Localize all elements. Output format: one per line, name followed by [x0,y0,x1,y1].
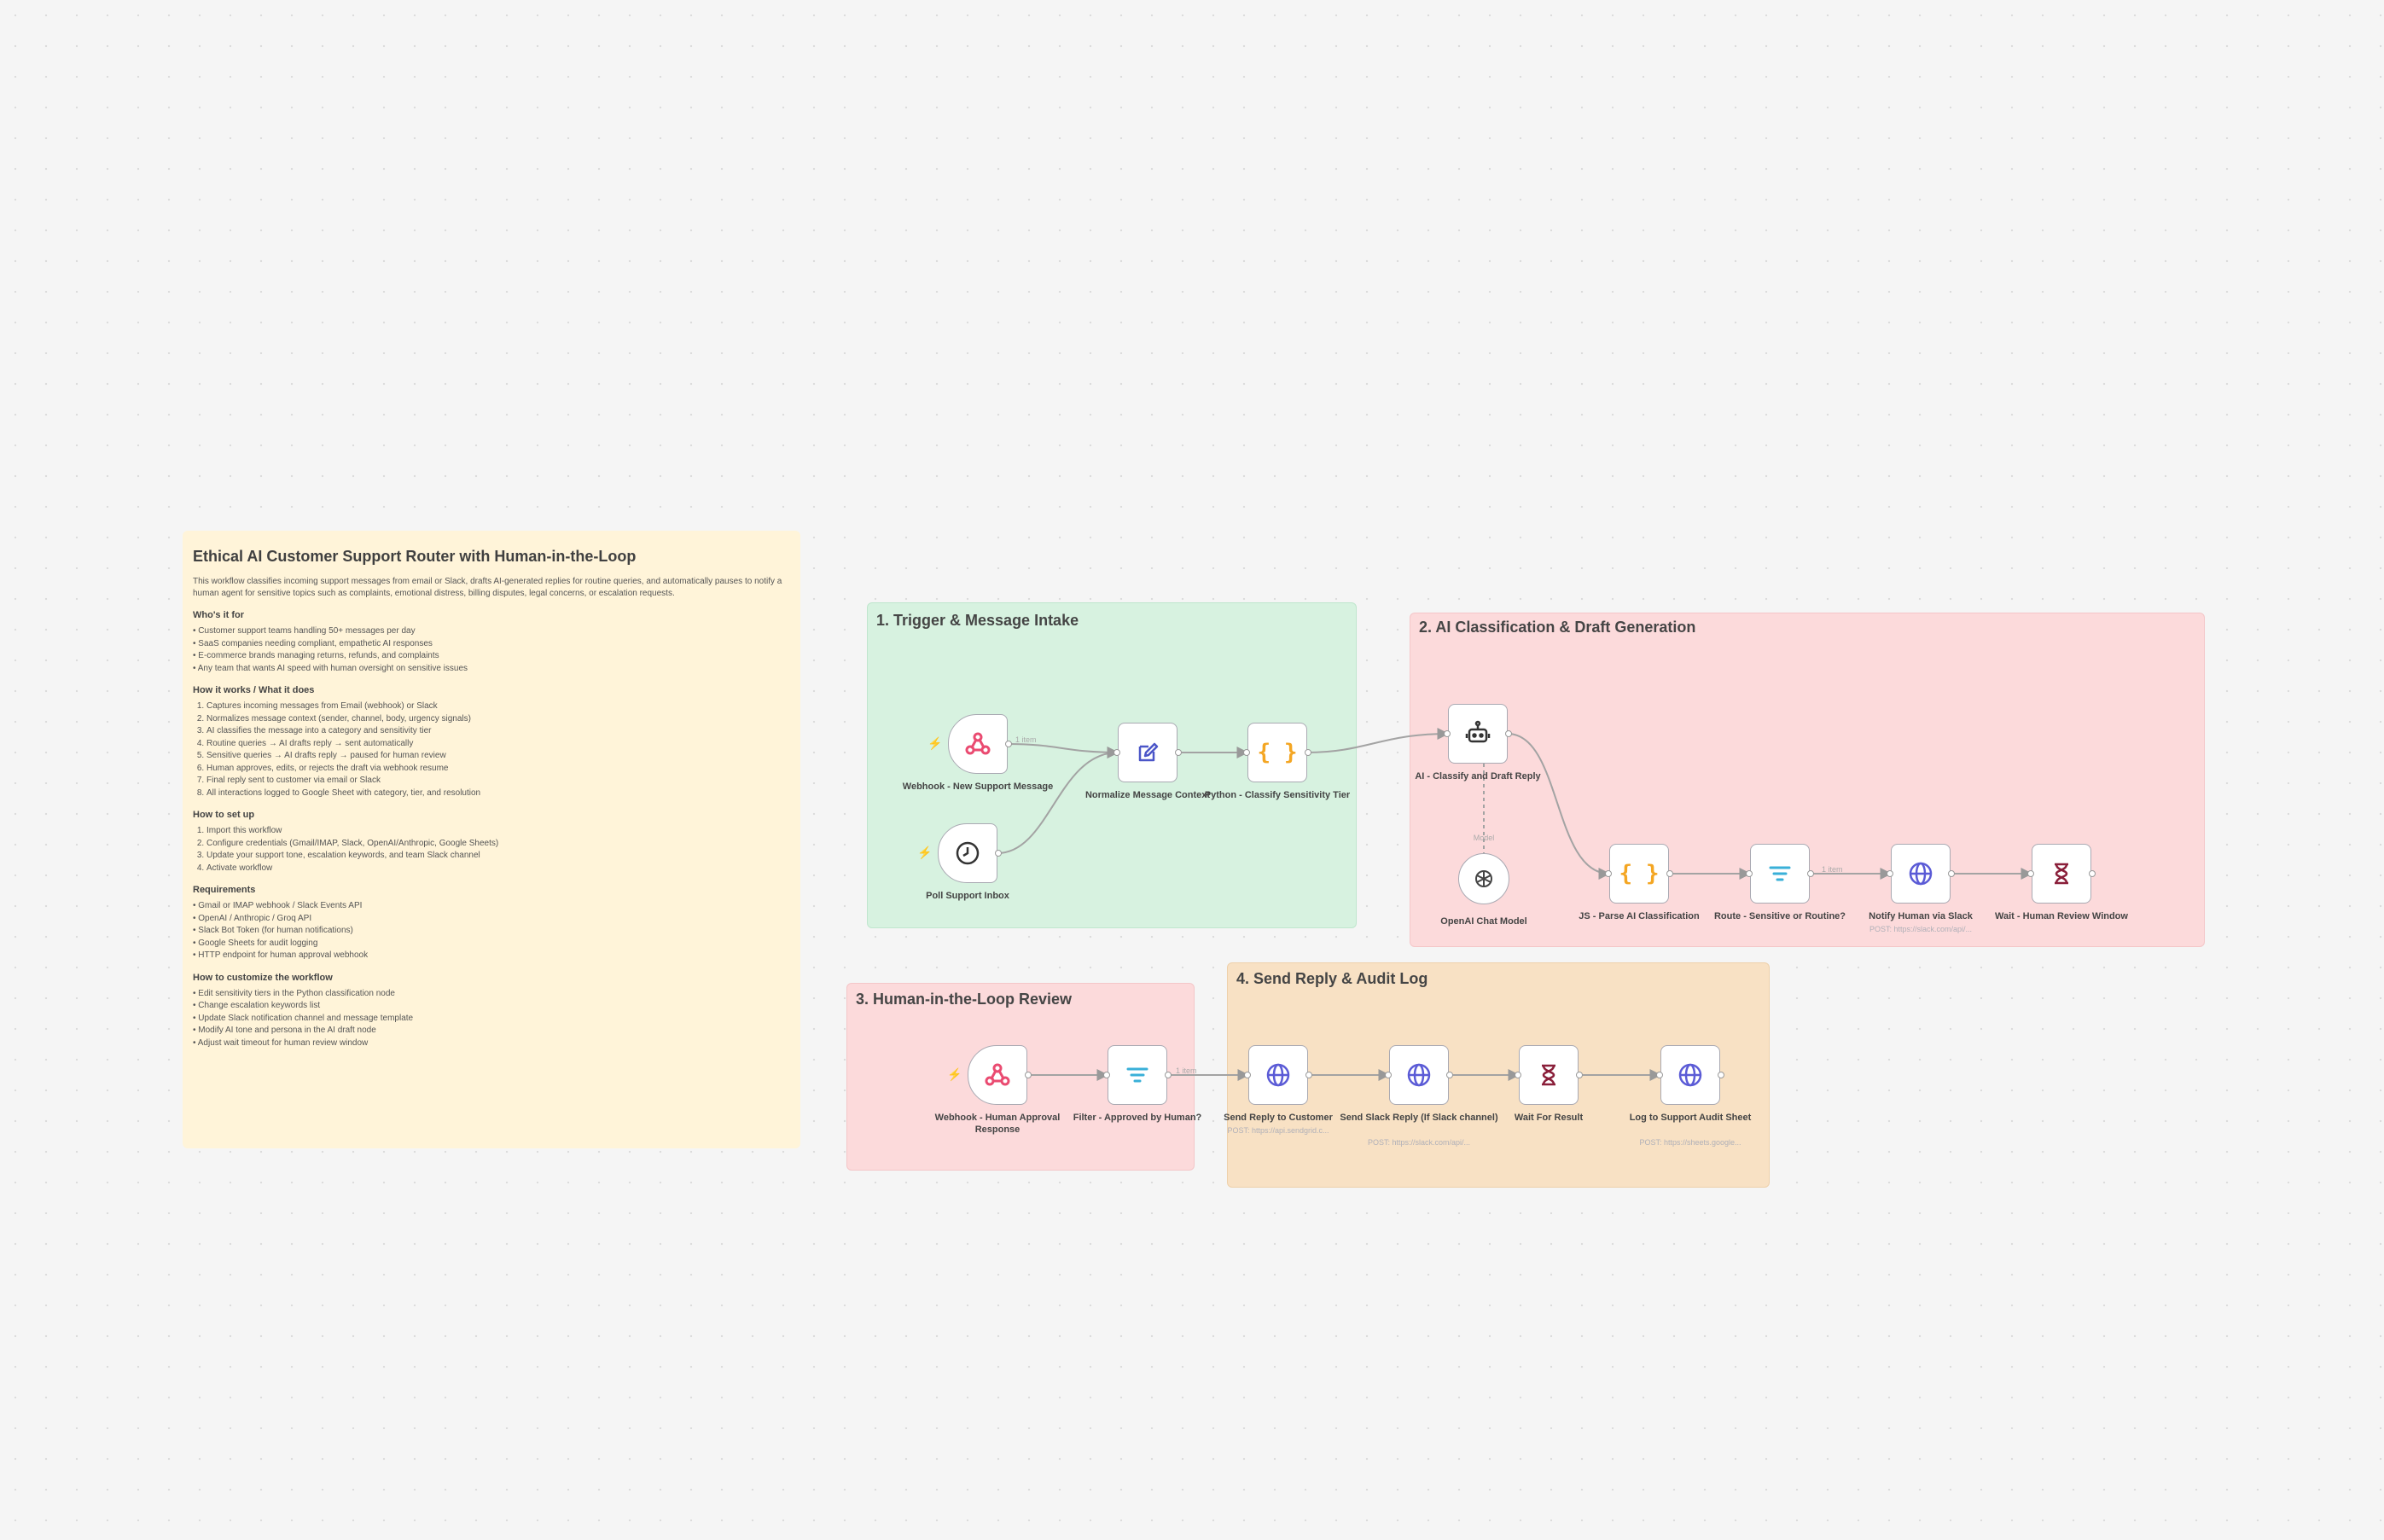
node-sublabel: POST: https://slack.com/api/... [1869,925,1973,933]
connections-layer: 1 item 1 item 1 item [997,728,2033,1081]
node-label: JS - Parse AI Classification [1579,911,1700,921]
output-port[interactable] [995,850,1002,857]
workflow-canvas[interactable]: Ethical AI Customer Support Router with … [0,0,2384,1540]
clock-icon [953,839,982,868]
input-port[interactable] [1656,1072,1663,1078]
output-port[interactable] [1305,749,1311,756]
trigger-bolt-icon: ⚡ [927,736,943,750]
node-label: AI - Classify and Draft Reply [1415,771,1541,782]
input-port[interactable] [1515,1072,1521,1078]
edit-icon [1133,738,1162,767]
output-port[interactable] [2089,870,2096,877]
input-port[interactable] [2027,870,2034,877]
globe-icon [1404,1061,1433,1090]
hourglass-icon [1534,1061,1563,1090]
node-label: Notify Human via Slack [1869,911,1973,921]
node-wait-for-result[interactable]: Wait For Result [1515,1045,1583,1123]
node-log-support-audit-sheet[interactable]: Log to Support Audit Sheet POST: https:/… [1630,1045,1751,1147]
input-port[interactable] [1746,870,1753,877]
input-port[interactable] [1385,1072,1392,1078]
output-port[interactable] [1025,1072,1032,1078]
openai-icon [1469,864,1498,893]
node-webhook-new-support-message[interactable]: ⚡ Webhook - New Support Message [903,714,1053,792]
output-port[interactable] [1576,1072,1583,1078]
node-label: Route - Sensitive or Routine? [1713,911,1846,921]
output-port[interactable] [1165,1072,1172,1078]
output-port[interactable] [1446,1072,1453,1078]
output-port[interactable] [1175,749,1182,756]
node-js-parse-ai-classification[interactable]: { } JS - Parse AI Classification [1579,844,1700,921]
connection-poll-normalize [997,747,1119,854]
node-label: Send Reply to Customer [1224,1113,1333,1123]
output-port[interactable] [1005,741,1012,747]
node-openai-chat-model[interactable]: Model OpenAI Chat Model [1440,834,1526,927]
output-port[interactable] [1718,1072,1724,1078]
node-normalize-message-context[interactable]: Normalize Message Context [1085,723,1210,800]
edge-label: 1 item [1015,735,1037,744]
connection-ai-js [1507,733,1611,880]
webhook-icon [983,1061,1012,1090]
code-icon: { } [1257,740,1298,765]
input-port[interactable] [1244,1072,1251,1078]
node-label: Log to Support Audit Sheet [1629,1113,1752,1123]
node-filter-approved-by-human[interactable]: Filter - Approved by Human? [1073,1045,1201,1123]
output-port[interactable] [1666,870,1673,877]
node-poll-support-inbox[interactable]: ⚡ Poll Support Inbox [917,823,1009,901]
node-sublabel: POST: https://api.sendgrid.c... [1227,1126,1329,1135]
input-port[interactable] [1103,1072,1110,1078]
output-port[interactable] [1948,870,1955,877]
node-sublabel: POST: https://sheets.google... [1639,1138,1741,1147]
node-send-slack-reply[interactable]: Send Slack Reply (If Slack channel) POST… [1340,1045,1498,1147]
node-label: OpenAI Chat Model [1440,916,1527,927]
webhook-icon [963,729,992,758]
output-port[interactable] [1505,730,1512,737]
node-label: Poll Support Inbox [926,891,1009,901]
connection-webhook-normalize [1007,743,1119,758]
input-port[interactable] [1887,870,1893,877]
node-route-sensitive-routine[interactable]: Route - Sensitive or Routine? [1714,844,1846,921]
filter-icon [1765,859,1794,888]
node-wait-human-review[interactable]: Wait - Human Review Window [1995,844,2128,921]
edge-label: 1 item [1176,1066,1197,1075]
globe-icon [1676,1061,1705,1090]
node-webhook-human-approval[interactable]: ⚡ Webhook - Human Approval Response [935,1045,1060,1135]
node-notify-human-slack[interactable]: Notify Human via Slack POST: https://sla… [1869,844,1973,933]
filter-icon [1123,1061,1152,1090]
hourglass-icon [2047,859,2076,888]
node-label: Wait - Human Review Window [1995,911,2128,921]
robot-icon [1463,719,1492,748]
input-port[interactable] [1243,749,1250,756]
node-python-classify-sensitivity[interactable]: { } Python - Classify Sensitivity Tier [1205,723,1350,800]
trigger-bolt-icon: ⚡ [917,846,933,859]
trigger-bolt-icon: ⚡ [947,1067,962,1081]
node-ai-classify-draft-reply[interactable]: AI - Classify and Draft Reply [1415,704,1541,782]
globe-icon [1906,859,1935,888]
input-port[interactable] [1605,870,1612,877]
node-send-reply-to-customer[interactable]: Send Reply to Customer POST: https://api… [1224,1045,1333,1135]
node-label: Python - Classify Sensitivity Tier [1204,790,1351,800]
output-port[interactable] [1807,870,1814,877]
code-icon: { } [1619,861,1660,886]
model-tag: Model [1473,834,1495,842]
globe-icon [1264,1061,1293,1090]
edge-label: 1 item [1822,865,1843,874]
output-port[interactable] [1305,1072,1312,1078]
node-label: Webhook - New Support Message [902,782,1054,792]
node-sublabel: POST: https://slack.com/api/... [1367,1138,1471,1147]
node-label: Filter - Approved by Human? [1073,1113,1202,1123]
input-port[interactable] [1444,730,1451,737]
input-port[interactable] [1114,749,1120,756]
node-label: Webhook - Human Approval Response [934,1113,1061,1135]
connection-python-ai [1306,728,1450,753]
node-label: Wait For Result [1514,1113,1584,1123]
